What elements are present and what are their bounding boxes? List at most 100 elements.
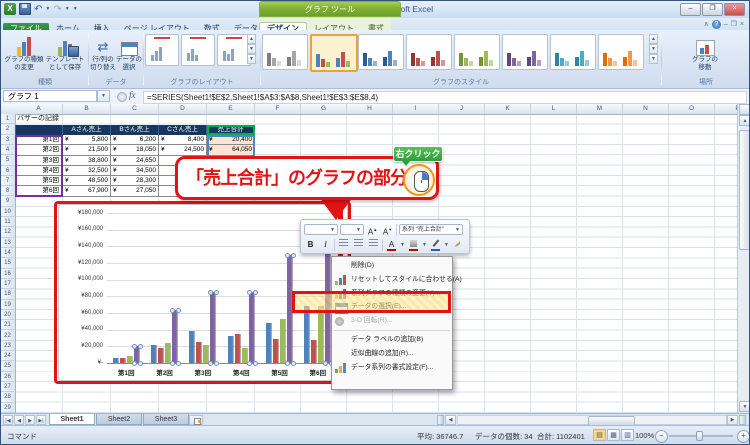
layout-scroll-down-icon[interactable]: ▼ — [247, 44, 256, 54]
row-header-17[interactable]: 17 — [1, 279, 14, 290]
sheet-tab-Sheet3[interactable]: Sheet3 — [143, 414, 189, 425]
value-cell[interactable]: ¥27,050 — [111, 186, 159, 197]
value-cell[interactable]: ¥18,050 — [111, 145, 159, 156]
chart-style-option[interactable] — [310, 34, 358, 72]
row-header-1[interactable]: 1 — [1, 114, 14, 125]
chart-style-option[interactable] — [358, 34, 404, 70]
column-header-L[interactable]: L — [531, 104, 577, 114]
shrink-font-button[interactable]: A▼ — [381, 223, 394, 237]
last-sheet-icon[interactable]: ▶| — [36, 415, 46, 425]
column-header-F[interactable]: F — [255, 104, 301, 114]
menu-item[interactable]: データ系列の書式設定(F)... — [332, 361, 452, 375]
row-header-23[interactable]: 23 — [1, 341, 14, 352]
value-cell[interactable]: ¥24,500 — [159, 145, 207, 156]
menu-item[interactable]: 削除(D) — [332, 259, 452, 273]
scroll-down-icon[interactable]: ▼ — [739, 401, 749, 412]
restore-button[interactable]: ❐ — [702, 3, 723, 16]
zoom-out-button[interactable]: − — [655, 430, 668, 443]
menu-item[interactable]: 3-D 回転(R)... — [332, 314, 452, 328]
worksheet-area[interactable]: ABCDEFGHIJKLMNOP 12345678910111213141516… — [1, 104, 749, 413]
chart-style-option[interactable] — [262, 34, 308, 70]
column-header-E[interactable]: E — [207, 104, 255, 114]
menu-item[interactable]: 近似曲線の追加(R)... — [332, 347, 452, 361]
style-scroll-up-icon[interactable]: ▲ — [649, 34, 658, 44]
scroll-right-icon[interactable]: ▶ — [727, 415, 738, 425]
menu-item[interactable]: リセットしてスタイルに合わせる(A) — [332, 273, 462, 287]
row-header-21[interactable]: 21 — [1, 320, 14, 331]
layout-scroll-up-icon[interactable]: ▲ — [247, 34, 256, 44]
column-header-G[interactable]: G — [301, 104, 347, 114]
chart-layout-option[interactable] — [217, 34, 251, 66]
style-scroll-down-icon[interactable]: ▼ — [649, 44, 658, 54]
chart-style-option[interactable] — [550, 34, 596, 70]
value-cell[interactable]: ¥34,500 — [111, 165, 159, 177]
table-header[interactable]: Bさん売上 — [111, 124, 159, 135]
hsplit-handle[interactable] — [437, 415, 444, 425]
row-header-27[interactable]: 27 — [1, 382, 14, 393]
scroll-up-icon[interactable]: ▲ — [739, 115, 749, 126]
value-cell[interactable]: ¥67,900 — [63, 186, 111, 197]
value-cell[interactable]: ¥21,500 — [63, 145, 111, 156]
column-header-A[interactable]: A — [15, 104, 63, 114]
chart-layout-option[interactable] — [145, 34, 179, 66]
close-button[interactable]: × — [724, 3, 745, 16]
minimize-button[interactable]: – — [680, 3, 701, 16]
column-header-B[interactable]: B — [63, 104, 111, 114]
scroll-left-icon[interactable]: ◀ — [445, 415, 456, 425]
row-header-14[interactable]: 14 — [1, 248, 14, 259]
outline-color-button[interactable] — [429, 238, 442, 252]
chart-style-option[interactable] — [502, 34, 548, 70]
chart-element-selector[interactable]: 系列 "売上合計" ▼ — [399, 224, 463, 235]
row-header-5[interactable]: 5 — [1, 155, 14, 166]
layout-gallery-more-icon[interactable]: ▼ — [247, 54, 256, 64]
font-color-button[interactable]: A — [385, 238, 398, 252]
fill-color-dropdown-icon[interactable]: ▼ — [422, 242, 427, 248]
row-header-6[interactable]: 6 — [1, 166, 14, 176]
value-cell[interactable]: ¥24,650 — [111, 155, 159, 166]
row-header-11[interactable]: 11 — [1, 217, 14, 228]
zoom-in-button[interactable]: + — [737, 430, 749, 443]
sheet-tab-Sheet1[interactable]: Sheet1 — [49, 414, 95, 425]
value-cell[interactable]: ¥8,400 — [159, 134, 207, 146]
row-header-19[interactable]: 19 — [1, 300, 14, 310]
font-name-dropdown[interactable]: ▼ — [304, 224, 338, 235]
column-header-C[interactable]: C — [111, 104, 159, 114]
table-header-empty[interactable] — [15, 124, 63, 135]
help-icon[interactable]: ? — [711, 19, 721, 29]
chart-style-option[interactable] — [454, 34, 500, 70]
hsplit-handle-right[interactable] — [739, 415, 746, 425]
brush-icon[interactable] — [451, 238, 464, 252]
align-right-button[interactable] — [367, 238, 380, 252]
row-header-29[interactable]: 29 — [1, 403, 14, 413]
outline-dropdown-icon[interactable]: ▼ — [444, 242, 449, 248]
column-header-K[interactable]: K — [485, 104, 531, 114]
page-layout-view-button[interactable]: ▦ — [607, 429, 620, 441]
page-break-view-button[interactable]: ▥ — [621, 429, 634, 441]
table-header[interactable]: Cさん売上 — [159, 124, 207, 135]
italic-button[interactable]: I — [319, 238, 332, 252]
insert-worksheet-button[interactable] — [189, 415, 203, 425]
row-header-7[interactable]: 7 — [1, 176, 14, 187]
formula-input[interactable]: =SERIES(Sheet1!$E$2,Sheet1!$A$3:$A$8,She… — [143, 91, 747, 104]
align-left-button[interactable] — [337, 238, 350, 252]
chart-style-option[interactable] — [598, 34, 644, 70]
row-header-26[interactable]: 26 — [1, 372, 14, 383]
value-cell[interactable]: ¥5,800 — [63, 134, 111, 146]
row-header-4[interactable]: 4 — [1, 145, 14, 156]
font-size-dropdown[interactable]: ▼ — [340, 224, 364, 235]
row-header-13[interactable]: 13 — [1, 238, 14, 249]
value-cell[interactable]: ¥48,500 — [63, 176, 111, 187]
chart-layout-option[interactable] — [181, 34, 215, 66]
value-cell[interactable]: ¥38,800 — [63, 155, 111, 166]
column-header-O[interactable]: O — [669, 104, 715, 114]
workbook-restore-icon[interactable]: ❐ — [731, 20, 737, 28]
zoom-slider-thumb[interactable] — [696, 431, 703, 441]
row-header-9[interactable]: 9 — [1, 196, 14, 207]
row-header-8[interactable]: 8 — [1, 186, 14, 197]
column-header-D[interactable]: D — [159, 104, 207, 114]
row-header-16[interactable]: 16 — [1, 269, 14, 279]
align-center-button[interactable] — [352, 238, 365, 252]
row-header-10[interactable]: 10 — [1, 207, 14, 218]
minimize-ribbon-icon[interactable]: ∧ — [704, 20, 709, 28]
style-gallery-more-icon[interactable]: ▼ — [649, 54, 658, 64]
